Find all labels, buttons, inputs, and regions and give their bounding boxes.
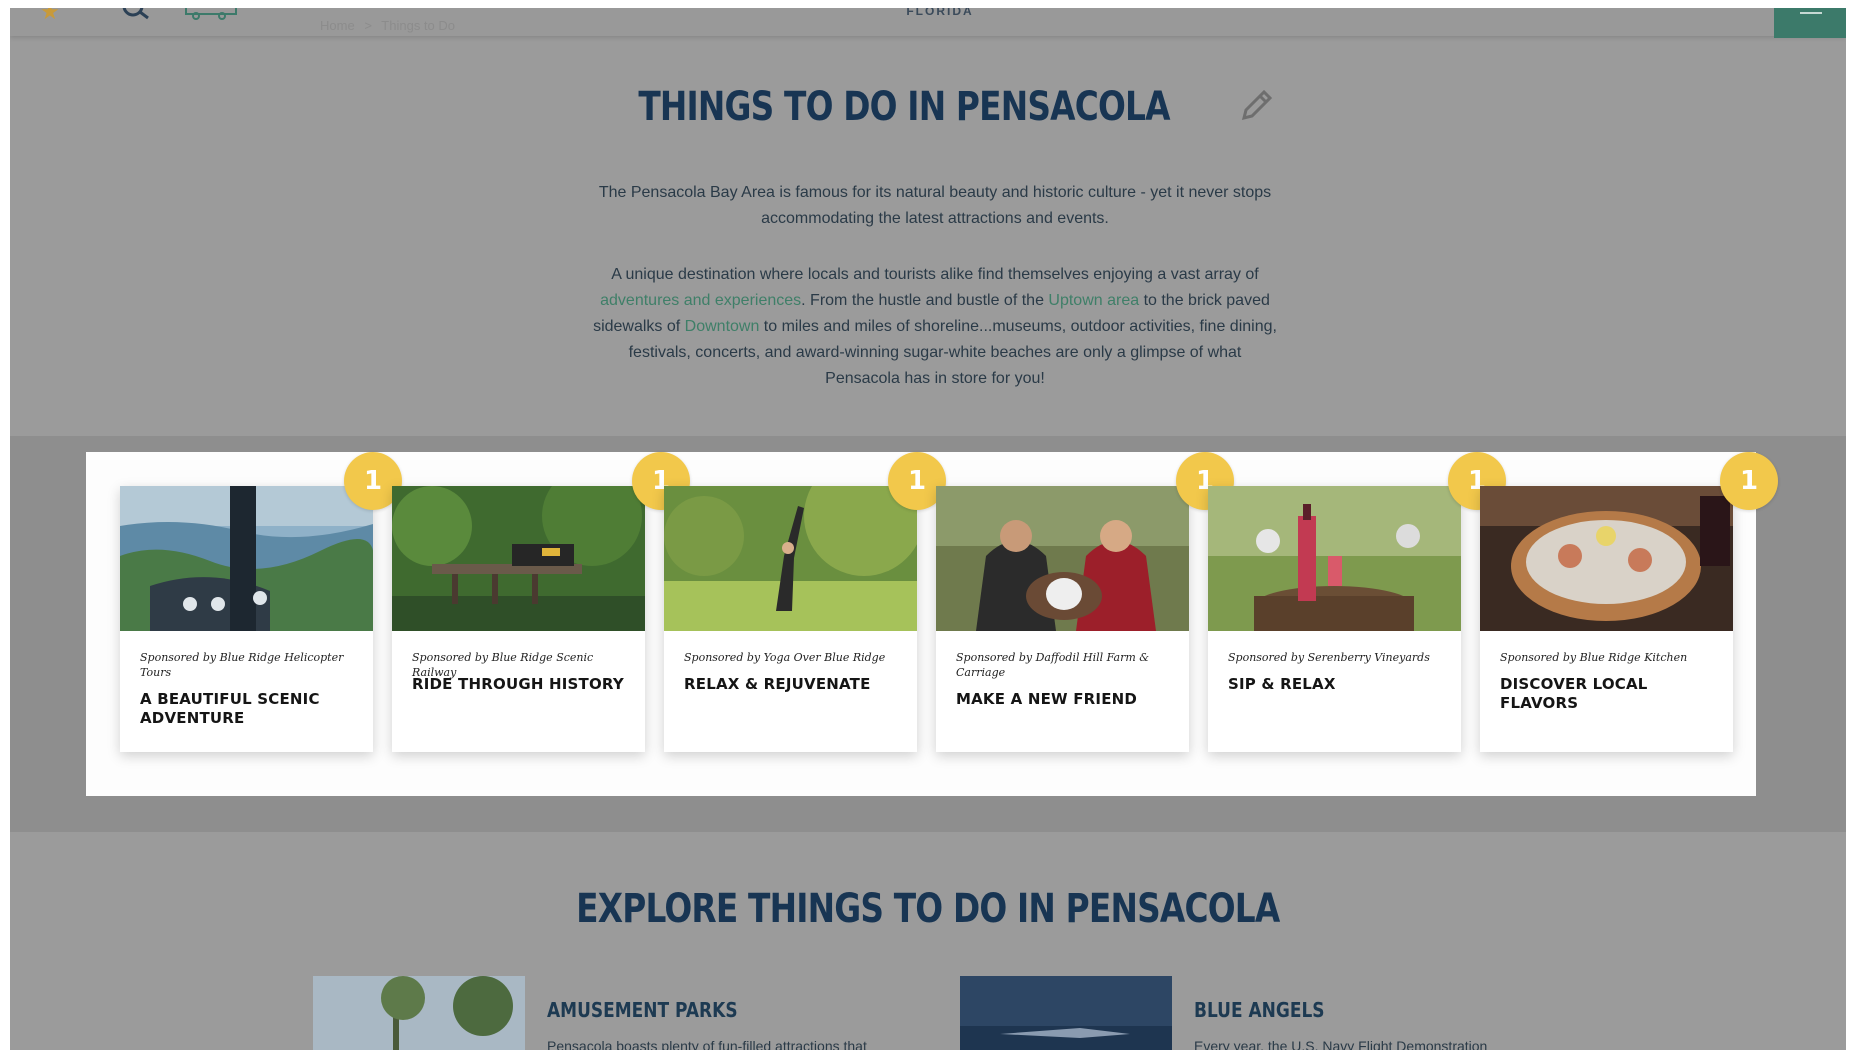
badge-card-6: 1 <box>1720 452 1778 510</box>
card-title[interactable]: A BEAUTIFUL SCENIC ADVENTURE <box>140 690 360 728</box>
site-logo[interactable]: FLORIDA <box>870 8 1010 18</box>
intro-paragraph-1: The Pensacola Bay Area is famous for its… <box>598 184 1272 227</box>
breadcrumb-current: Things to Do <box>381 18 455 33</box>
breadcrumb-home[interactable]: Home <box>320 18 355 33</box>
explore-heading: EXPLORE THINGS TO DO IN PENSACOLA <box>10 886 1846 932</box>
explore-item-desc: Every year, the U.S. Navy Flight Demonst… <box>1194 1038 1488 1050</box>
link-downtown[interactable]: Downtown <box>685 318 760 335</box>
card-sip-relax[interactable]: Sponsored by Serenberry Vineyards SIP & … <box>1208 486 1461 752</box>
card-sponsor: Sponsored by Serenberry Vineyards <box>1228 651 1430 664</box>
logo-text: FLORIDA <box>906 8 974 18</box>
card-ride-through-history[interactable]: Sponsored by Blue Ridge Scenic Railway R… <box>392 486 645 752</box>
explore-item-title[interactable]: BLUE ANGELS <box>1194 998 1325 1022</box>
card-image-food <box>1480 486 1733 631</box>
breadcrumb: Home > Things to Do <box>320 18 461 33</box>
explore-thumb-amusement <box>313 976 525 1050</box>
card-image-helicopter <box>120 486 373 631</box>
explore-thumb-blue-angels <box>960 976 1172 1050</box>
page-title: THINGS TO DO IN PENSACOLA <box>638 84 1170 130</box>
card-sponsor: Sponsored by Yoga Over Blue Ridge <box>684 651 886 664</box>
intro-text-a: A unique destination where locals and to… <box>611 266 1259 283</box>
site-header: ★ Home > Things to Do FLORIDA <box>10 8 1846 38</box>
page-overlay: ★ Home > Things to Do FLORIDA THINGS TO … <box>10 8 1846 1050</box>
star-icon[interactable]: ★ <box>40 8 64 25</box>
explore-item-desc: Pensacola boasts plenty of fun-filled at… <box>547 1038 867 1050</box>
card-image-yoga <box>664 486 917 631</box>
link-uptown[interactable]: Uptown area <box>1048 292 1139 309</box>
card-sponsor: Sponsored by Blue Ridge Kitchen <box>1500 651 1688 664</box>
card-sponsor: Sponsored by Blue Ridge Helicopter Tours <box>140 651 344 679</box>
link-adventures[interactable]: adventures and experiences <box>600 292 801 309</box>
card-sponsor: Sponsored by Daffodil Hill Farm & Carria… <box>956 651 1150 679</box>
card-title[interactable]: RIDE THROUGH HISTORY <box>412 675 632 694</box>
search-icon[interactable] <box>120 8 154 28</box>
card-scenic-adventure[interactable]: Sponsored by Blue Ridge Helicopter Tours… <box>120 486 373 752</box>
card-title[interactable]: SIP & RELAX <box>1228 675 1448 694</box>
intro-paragraph-2: A unique destination where locals and to… <box>590 262 1280 392</box>
route-icon[interactable] <box>182 8 246 22</box>
card-relax-rejuvenate[interactable]: Sponsored by Yoga Over Blue Ridge RELAX … <box>664 486 917 752</box>
explore-title: EXPLORE THINGS TO DO IN PENSACOLA <box>576 886 1280 932</box>
intro-text-b: . From the hustle and bustle of the <box>801 292 1049 309</box>
card-image-wine <box>1208 486 1461 631</box>
card-image-train <box>392 486 645 631</box>
pencil-icon <box>1242 89 1273 121</box>
featured-cards-panel: Sponsored by Blue Ridge Helicopter Tours… <box>86 452 1778 796</box>
card-title[interactable]: MAKE A NEW FRIEND <box>956 690 1176 709</box>
card-discover-flavors[interactable]: Sponsored by Blue Ridge Kitchen DISCOVER… <box>1480 486 1733 752</box>
card-title[interactable]: RELAX & REJUVENATE <box>684 675 904 694</box>
menu-icon <box>1800 12 1822 14</box>
card-make-new-friend[interactable]: Sponsored by Daffodil Hill Farm & Carria… <box>936 486 1189 752</box>
card-image-goat <box>936 486 1189 631</box>
card-title[interactable]: DISCOVER LOCAL FLAVORS <box>1500 675 1720 713</box>
explore-item-title[interactable]: AMUSEMENT PARKS <box>547 998 738 1022</box>
breadcrumb-separator: > <box>364 18 372 33</box>
intro-heading: THINGS TO DO IN PENSACOLA <box>10 84 1846 130</box>
menu-button[interactable] <box>1774 8 1846 38</box>
